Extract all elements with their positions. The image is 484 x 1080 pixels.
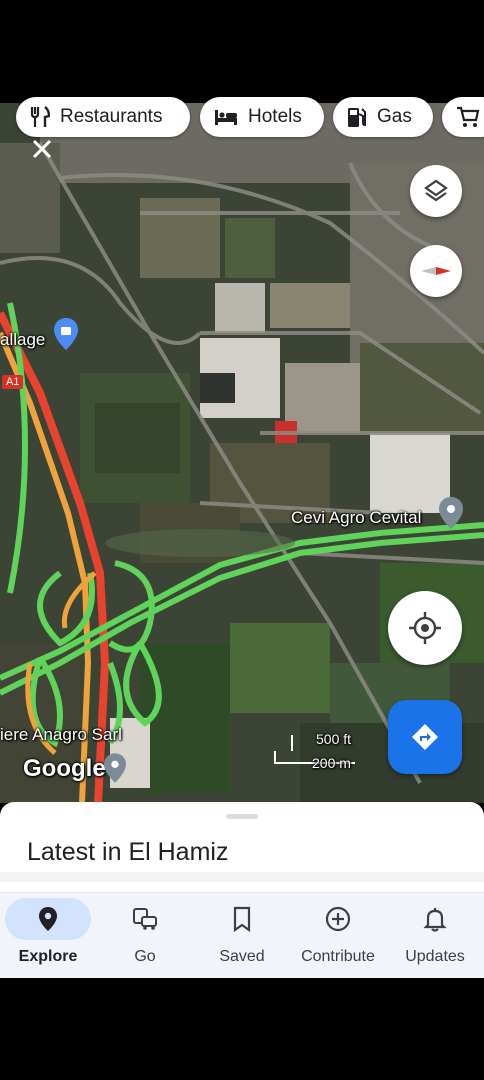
shopping-cart-icon bbox=[457, 106, 480, 127]
add-circle-icon bbox=[325, 906, 351, 932]
google-logo: Google bbox=[23, 755, 106, 782]
bed-icon bbox=[215, 110, 237, 125]
map-label-village[interactable]: allage bbox=[0, 330, 45, 350]
place-pin-icon[interactable] bbox=[439, 497, 463, 529]
scale-ft: 500 ft bbox=[316, 731, 352, 747]
chip-shopping[interactable] bbox=[442, 97, 484, 137]
explore-pin-icon bbox=[39, 907, 57, 931]
gas-pump-icon bbox=[348, 108, 366, 127]
highway-shield: A1 bbox=[2, 375, 24, 389]
chip-label: Restaurants bbox=[60, 106, 163, 127]
nav-label-explore: Explore bbox=[18, 948, 78, 965]
sheet-divider bbox=[0, 872, 484, 882]
nav-contribute[interactable]: Contribute bbox=[290, 893, 386, 978]
place-pin-icon[interactable] bbox=[104, 753, 126, 783]
layers-button[interactable] bbox=[410, 165, 462, 217]
nav-saved[interactable]: Saved bbox=[194, 893, 290, 978]
chip-restaurants[interactable]: Restaurants bbox=[16, 97, 190, 137]
bookmark-icon bbox=[233, 906, 251, 933]
shopping-pin-icon[interactable] bbox=[54, 318, 78, 350]
nav-explore[interactable]: Explore bbox=[0, 893, 96, 978]
close-icon[interactable] bbox=[31, 138, 53, 160]
chip-gas[interactable]: Gas bbox=[333, 97, 433, 137]
map-label-cevi-agro[interactable]: Cevi Agro Cevital bbox=[291, 508, 421, 528]
layers-icon bbox=[424, 179, 448, 202]
commute-icon bbox=[133, 908, 157, 930]
fork-knife-icon bbox=[30, 106, 50, 127]
bell-icon bbox=[423, 908, 447, 932]
directions-button[interactable] bbox=[388, 700, 462, 774]
scale-m: 200 m bbox=[312, 755, 351, 771]
nav-label-updates: Updates bbox=[405, 948, 465, 965]
chip-hotels[interactable]: Hotels bbox=[200, 97, 324, 137]
chip-label: Hotels bbox=[248, 106, 302, 127]
nav-label-saved: Saved bbox=[219, 948, 265, 965]
my-location-button[interactable] bbox=[388, 591, 462, 665]
nav-updates[interactable]: Updates bbox=[387, 893, 483, 978]
sheet-drag-handle[interactable] bbox=[226, 814, 258, 819]
bottom-navigation: Explore Go Saved Contribute Updates bbox=[0, 892, 484, 978]
sheet-title: Latest in El Hamiz bbox=[27, 838, 229, 866]
map-view[interactable]: allage A1 Cevi Agro Cevital iere Anagro … bbox=[0, 103, 484, 803]
directions-icon bbox=[412, 724, 438, 750]
compass-icon bbox=[421, 267, 451, 275]
map-label-anagro[interactable]: iere Anagro Sarl bbox=[0, 725, 122, 745]
nav-go[interactable]: Go bbox=[97, 893, 193, 978]
bottom-sheet[interactable]: Latest in El Hamiz bbox=[0, 802, 484, 892]
nav-label-go: Go bbox=[134, 948, 156, 965]
nav-label-contribute: Contribute bbox=[301, 948, 375, 965]
my-location-icon bbox=[409, 612, 441, 644]
chip-label: Gas bbox=[377, 106, 412, 127]
satellite-imagery bbox=[0, 103, 484, 803]
compass-button[interactable] bbox=[410, 245, 462, 297]
